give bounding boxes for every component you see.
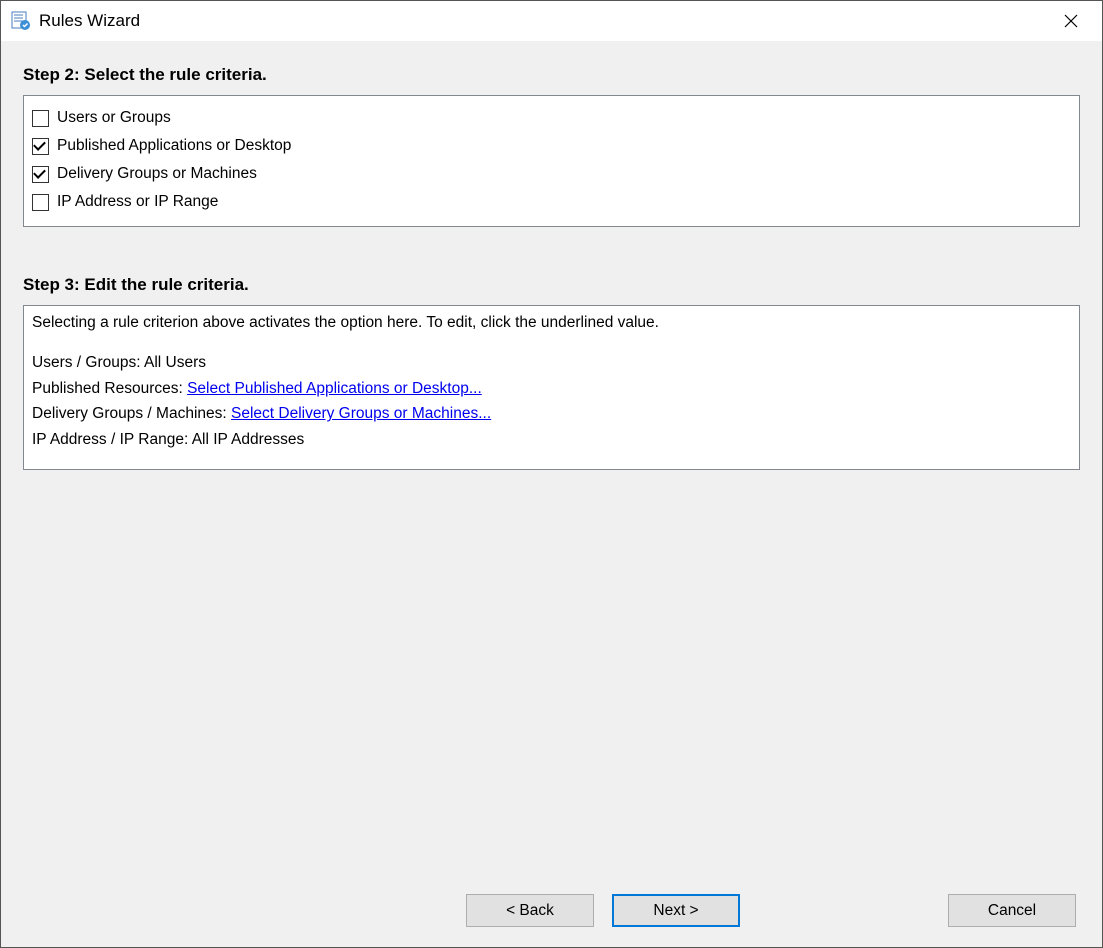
edit-hint: Selecting a rule criterion above activat… (32, 314, 1071, 332)
link-select-published[interactable]: Select Published Applications or Desktop… (187, 380, 482, 397)
edit-prefix: Published Resources: (32, 380, 187, 397)
checkbox-ip-range[interactable] (32, 194, 49, 211)
criteria-label: IP Address or IP Range (57, 193, 218, 211)
edit-line-published: Published Resources: Select Published Ap… (32, 376, 1071, 402)
edit-criteria-box: Selecting a rule criterion above activat… (23, 305, 1080, 470)
dialog-body: Step 2: Select the rule criteria. Users … (1, 41, 1102, 947)
edit-value-users: All Users (144, 354, 206, 371)
edit-prefix: IP Address / IP Range: (32, 431, 192, 448)
criteria-item-users[interactable]: Users or Groups (32, 104, 1071, 132)
edit-prefix: Delivery Groups / Machines: (32, 405, 231, 422)
checkbox-published-apps[interactable] (32, 138, 49, 155)
edit-line-delivery: Delivery Groups / Machines: Select Deliv… (32, 401, 1071, 427)
criteria-label: Delivery Groups or Machines (57, 165, 257, 183)
criteria-item-delivery-groups[interactable]: Delivery Groups or Machines (32, 160, 1071, 188)
spacer (23, 490, 1080, 884)
cancel-button[interactable]: Cancel (948, 894, 1076, 927)
checkbox-users[interactable] (32, 110, 49, 127)
close-button[interactable] (1048, 5, 1094, 37)
edit-prefix: Users / Groups: (32, 354, 144, 371)
criteria-label: Users or Groups (57, 109, 171, 127)
back-button[interactable]: < Back (466, 894, 594, 927)
wizard-icon (11, 11, 31, 31)
button-row: < Back Next > Cancel (23, 884, 1080, 927)
criteria-item-published-apps[interactable]: Published Applications or Desktop (32, 132, 1071, 160)
criteria-item-ip-range[interactable]: IP Address or IP Range (32, 188, 1071, 216)
close-icon (1064, 14, 1078, 28)
criteria-label: Published Applications or Desktop (57, 137, 291, 155)
criteria-list: Users or Groups Published Applications o… (23, 95, 1080, 227)
title-bar: Rules Wizard (1, 1, 1102, 41)
window-title: Rules Wizard (39, 11, 1048, 31)
step3-header: Step 3: Edit the rule criteria. (23, 275, 1080, 295)
checkbox-delivery-groups[interactable] (32, 166, 49, 183)
edit-line-users: Users / Groups: All Users (32, 350, 1071, 376)
link-select-delivery[interactable]: Select Delivery Groups or Machines... (231, 405, 491, 422)
step2-header: Step 2: Select the rule criteria. (23, 65, 1080, 85)
button-gap (758, 894, 930, 927)
next-button[interactable]: Next > (612, 894, 740, 927)
edit-value-ip: All IP Addresses (192, 431, 305, 448)
edit-line-ip: IP Address / IP Range: All IP Addresses (32, 427, 1071, 453)
